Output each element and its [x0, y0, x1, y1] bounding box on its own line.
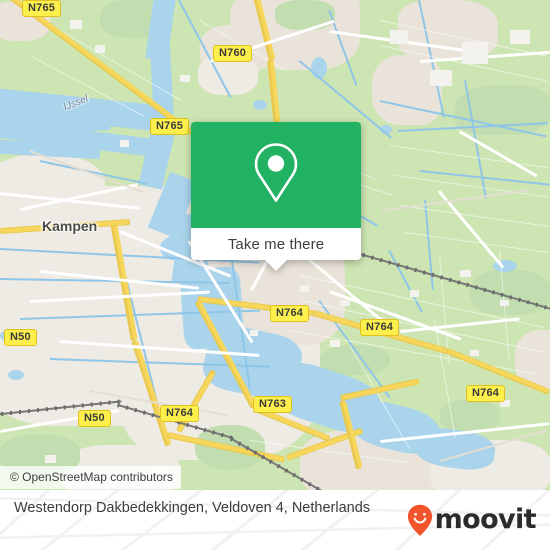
osm-attribution[interactable]: © OpenStreetMap contributors: [0, 466, 181, 489]
footer-bar: Westendorp Dakbedekkingen, Veldoven 4, N…: [0, 490, 550, 550]
road-shield-n764-center[interactable]: N764: [360, 319, 400, 336]
place-label-kampen: Kampen: [42, 218, 98, 234]
moovit-pin-icon: [407, 504, 433, 536]
popup-icon-area: [191, 122, 361, 228]
road-shield-n764-west[interactable]: N764: [270, 305, 310, 322]
location-title: Westendorp Dakbedekkingen, Veldoven 4, N…: [14, 500, 371, 516]
moovit-wordmark: moovit: [434, 504, 537, 535]
map-canvas[interactable]: Kampen IJssel N765 N760 N765 N50 N764 N7…: [0, 0, 550, 490]
road-shield-n760[interactable]: N760: [213, 45, 253, 62]
road-shield-n50-west[interactable]: N50: [4, 329, 37, 346]
road-shield-n50-south[interactable]: N50: [78, 410, 111, 427]
destination-popup-card[interactable]: Take me there: [191, 122, 361, 271]
road-shield-n764-east[interactable]: N764: [466, 385, 506, 402]
road-shield-n765-north[interactable]: N765: [22, 0, 62, 17]
map-pin-icon: [249, 140, 303, 211]
moovit-map-screenshot: Kampen IJssel N765 N760 N765 N50 N764 N7…: [0, 0, 550, 550]
popup-tail: [265, 260, 287, 271]
road-shield-n764-south[interactable]: N764: [160, 405, 200, 422]
road-shield-n765-mid[interactable]: N765: [150, 118, 190, 135]
road-shield-n763[interactable]: N763: [253, 396, 293, 413]
take-me-there-button[interactable]: Take me there: [191, 228, 361, 271]
moovit-logo[interactable]: moovit: [407, 504, 537, 536]
take-me-there-label: Take me there: [227, 235, 325, 253]
